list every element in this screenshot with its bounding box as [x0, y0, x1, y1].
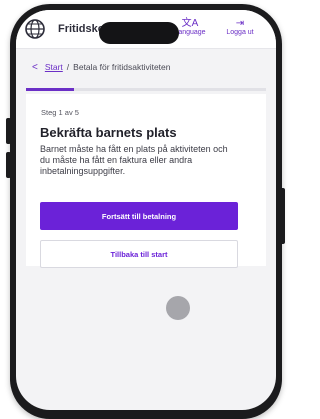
globe-logo-icon[interactable]: [24, 18, 46, 40]
logout-button[interactable]: ⇥ Logga ut: [218, 18, 262, 36]
phone-screen: Fritidsko 文A Language ⇥ Logga ut < Start /…: [16, 10, 276, 410]
breadcrumb-current: Betala för fritidsaktiviteten: [73, 62, 171, 72]
language-label: Language: [174, 29, 206, 36]
back-to-start-button[interactable]: Tillbaka till start: [40, 240, 238, 268]
step-card: Steg 1 av 5 Bekräfta barnets plats Barne…: [26, 94, 266, 268]
app-header: Fritidsko 文A Language ⇥ Logga ut: [16, 10, 276, 49]
app-title[interactable]: Fritidsko: [58, 23, 104, 35]
card-description: Barnet måste ha fått en plats på aktivit…: [40, 144, 228, 176]
step-indicator: Steg 1 av 5: [41, 108, 79, 117]
breadcrumb: < Start / Betala för fritidsaktiviteten: [32, 62, 171, 73]
volume-up-button: [6, 118, 11, 144]
card-title: Bekräfta barnets plats: [40, 125, 177, 140]
volume-down-button: [6, 152, 11, 178]
touch-indicator: [166, 296, 190, 320]
camera-notch: [99, 22, 179, 44]
continue-to-payment-button[interactable]: Fortsätt till betalning: [40, 202, 238, 230]
login-icon: ⇥: [235, 18, 245, 29]
chevron-left-icon[interactable]: <: [32, 62, 38, 73]
breadcrumb-separator: /: [66, 62, 70, 72]
breadcrumb-start-link[interactable]: Start: [45, 62, 63, 72]
power-button: [280, 188, 285, 244]
logout-label: Logga ut: [226, 29, 254, 36]
step-progress-fill: [26, 88, 74, 91]
step-progress-bar: [26, 88, 266, 91]
